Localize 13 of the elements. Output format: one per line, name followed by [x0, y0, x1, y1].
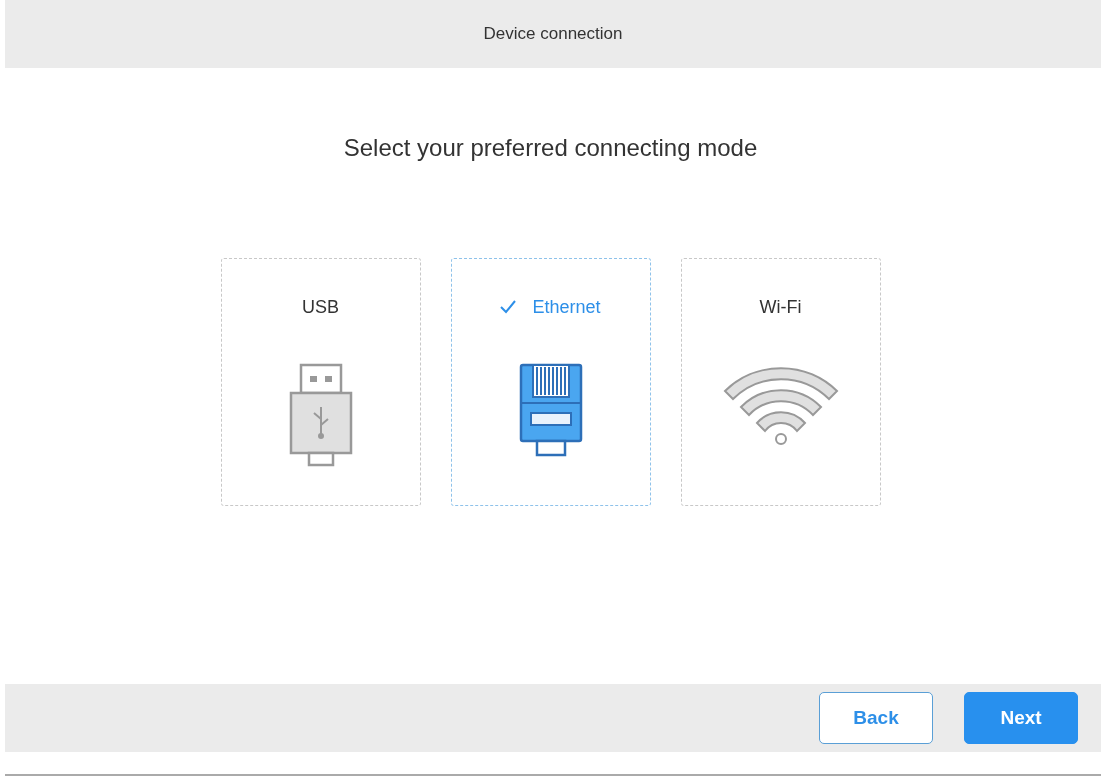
page-heading: Select your preferred connecting mode	[343, 134, 758, 162]
ethernet-plug-icon	[518, 363, 583, 459]
mode-label: Wi-Fi	[759, 296, 802, 318]
mode-label: USB	[302, 296, 339, 318]
mode-option[interactable]: Ethernet	[450, 258, 651, 506]
usb-plug-icon	[288, 363, 353, 467]
back-button[interactable]: Back	[819, 692, 933, 744]
mode-label: Ethernet	[532, 296, 601, 318]
mode-option[interactable]: Wi-Fi	[680, 258, 881, 506]
next-button[interactable]: Next	[964, 692, 1078, 744]
window-title: Device connection	[483, 24, 623, 44]
check-icon	[500, 300, 517, 314]
mode-option[interactable]: USB	[220, 258, 421, 506]
